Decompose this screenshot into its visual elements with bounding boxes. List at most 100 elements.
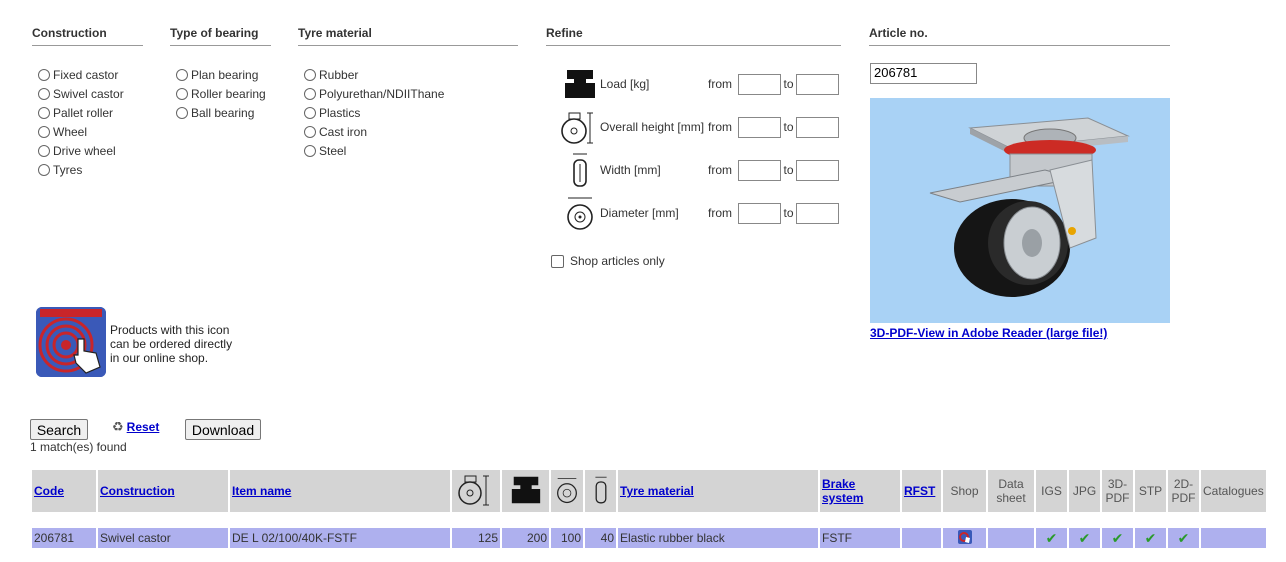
cell-item-name: DE L 02/100/40K-FSTF (230, 528, 450, 548)
col-catalogues: Catalogues (1201, 470, 1266, 512)
diameter-icon (557, 477, 577, 503)
pdf-3d-link[interactable]: 3D-PDF-View in Adobe Reader (large file!… (870, 326, 1107, 340)
bearing-options: Plan bearing Roller bearing Ball bearing (176, 65, 266, 122)
cell-igs[interactable]: ✔ (1036, 528, 1067, 548)
option-roller-bearing[interactable]: Roller bearing (176, 84, 266, 103)
refine-diameter-row: Diameter [mm] from to (560, 193, 860, 233)
radio-icon[interactable] (38, 87, 50, 100)
load-to-input[interactable] (796, 73, 839, 95)
table-row[interactable]: 206781 Swivel castor DE L 02/100/40K-FST… (32, 528, 1266, 548)
option-drive-wheel[interactable]: Drive wheel (38, 141, 124, 160)
col-data-sheet: Data sheet (988, 470, 1034, 512)
col-rfst[interactable]: RFST (902, 470, 941, 512)
width-icon (560, 150, 600, 190)
cell-tyre-material: Elastic rubber black (618, 528, 818, 548)
option-pallet-roller[interactable]: Pallet roller (38, 103, 124, 122)
height-from-input[interactable] (738, 116, 781, 138)
shop-cart-icon[interactable] (957, 529, 973, 545)
shop-only-filter[interactable]: Shop articles only (551, 254, 665, 268)
option-wheel[interactable]: Wheel (38, 122, 124, 141)
col-brake-system[interactable]: Brake system (820, 470, 900, 512)
col-width (585, 470, 616, 512)
reset-button[interactable]: ♻ Reset (112, 419, 159, 435)
check-icon[interactable]: ✔ (1145, 530, 1157, 546)
col-diameter (551, 470, 583, 512)
height-to-input[interactable] (796, 116, 839, 138)
check-icon[interactable]: ✔ (1079, 530, 1091, 546)
radio-icon[interactable] (38, 68, 50, 81)
cell-width: 40 (585, 528, 616, 548)
height-icon (560, 107, 600, 147)
width-icon (594, 476, 607, 503)
shop-hand-icon (36, 307, 106, 377)
radio-icon[interactable] (38, 163, 50, 176)
diameter-to-input[interactable] (796, 202, 839, 224)
refine-height-row: Overall height [mm] from to (560, 107, 860, 147)
check-icon[interactable]: ✔ (1046, 530, 1058, 546)
radio-icon[interactable] (176, 68, 188, 81)
cell-catalogues (1201, 528, 1266, 548)
option-rubber[interactable]: Rubber (304, 65, 444, 84)
match-count: 1 match(es) found (30, 440, 127, 454)
tyre-material-options: Rubber Polyurethan/NDIIThane Plastics Ca… (304, 65, 444, 160)
col-height (452, 470, 500, 512)
cell-diameter: 100 (551, 528, 583, 548)
col-tyre-material[interactable]: Tyre material (618, 470, 818, 512)
cell-jpg[interactable]: ✔ (1069, 528, 1100, 548)
cell-shop[interactable] (943, 528, 986, 548)
col-igs: IGS (1036, 470, 1067, 512)
option-plan-bearing[interactable]: Plan bearing (176, 65, 266, 84)
option-fixed-castor[interactable]: Fixed castor (38, 65, 124, 84)
col-code[interactable]: Code (32, 470, 96, 512)
check-icon[interactable]: ✔ (1178, 530, 1190, 546)
radio-icon[interactable] (304, 87, 316, 100)
cell-brake-system: FSTF (820, 528, 900, 548)
construction-header: Construction (32, 26, 143, 46)
download-button[interactable]: Download (185, 419, 261, 440)
cell-height: 125 (452, 528, 500, 548)
load-from-input[interactable] (738, 73, 781, 95)
radio-icon[interactable] (38, 125, 50, 138)
radio-icon[interactable] (38, 144, 50, 157)
option-plastics[interactable]: Plastics (304, 103, 444, 122)
option-cast-iron[interactable]: Cast iron (304, 122, 444, 141)
checkbox-icon[interactable] (551, 254, 564, 268)
cell-construction: Swivel castor (98, 528, 228, 548)
col-stp: STP (1135, 470, 1166, 512)
radio-icon[interactable] (176, 87, 188, 100)
results-table: Code Construction Item name Tyre materia… (30, 468, 1268, 550)
product-image (870, 98, 1170, 323)
height-icon (458, 475, 489, 505)
radio-icon[interactable] (304, 125, 316, 138)
radio-icon[interactable] (38, 106, 50, 119)
option-swivel-castor[interactable]: Swivel castor (38, 84, 124, 103)
col-item-name[interactable]: Item name (230, 470, 450, 512)
shop-info-text: Products with this icon can be ordered d… (110, 323, 233, 365)
radio-icon[interactable] (304, 68, 316, 81)
search-button[interactable]: Search (30, 419, 88, 440)
col-load (502, 470, 549, 512)
option-polyurethane[interactable]: Polyurethan/NDIIThane (304, 84, 444, 103)
cell-load: 200 (502, 528, 549, 548)
option-ball-bearing[interactable]: Ball bearing (176, 103, 266, 122)
width-from-input[interactable] (738, 159, 781, 181)
check-icon[interactable]: ✔ (1112, 530, 1124, 546)
cell-2d-pdf[interactable]: ✔ (1168, 528, 1199, 548)
cell-3d-pdf[interactable]: ✔ (1102, 528, 1133, 548)
width-to-input[interactable] (796, 159, 839, 181)
article-number-input[interactable]: 206781 (870, 63, 977, 84)
radio-icon[interactable] (176, 106, 188, 119)
diameter-from-input[interactable] (738, 202, 781, 224)
diameter-icon (560, 193, 600, 233)
col-construction[interactable]: Construction (98, 470, 228, 512)
radio-icon[interactable] (304, 106, 316, 119)
cell-stp[interactable]: ✔ (1135, 528, 1166, 548)
cell-data-sheet (988, 528, 1034, 548)
construction-options: Fixed castor Swivel castor Pallet roller… (38, 65, 124, 179)
refine-load-row: Load [kg] from to (560, 64, 860, 104)
option-steel[interactable]: Steel (304, 141, 444, 160)
radio-icon[interactable] (304, 144, 316, 157)
reset-icon: ♻ (112, 419, 124, 434)
option-tyres[interactable]: Tyres (38, 160, 124, 179)
refine-width-row: Width [mm] from to (560, 150, 860, 190)
